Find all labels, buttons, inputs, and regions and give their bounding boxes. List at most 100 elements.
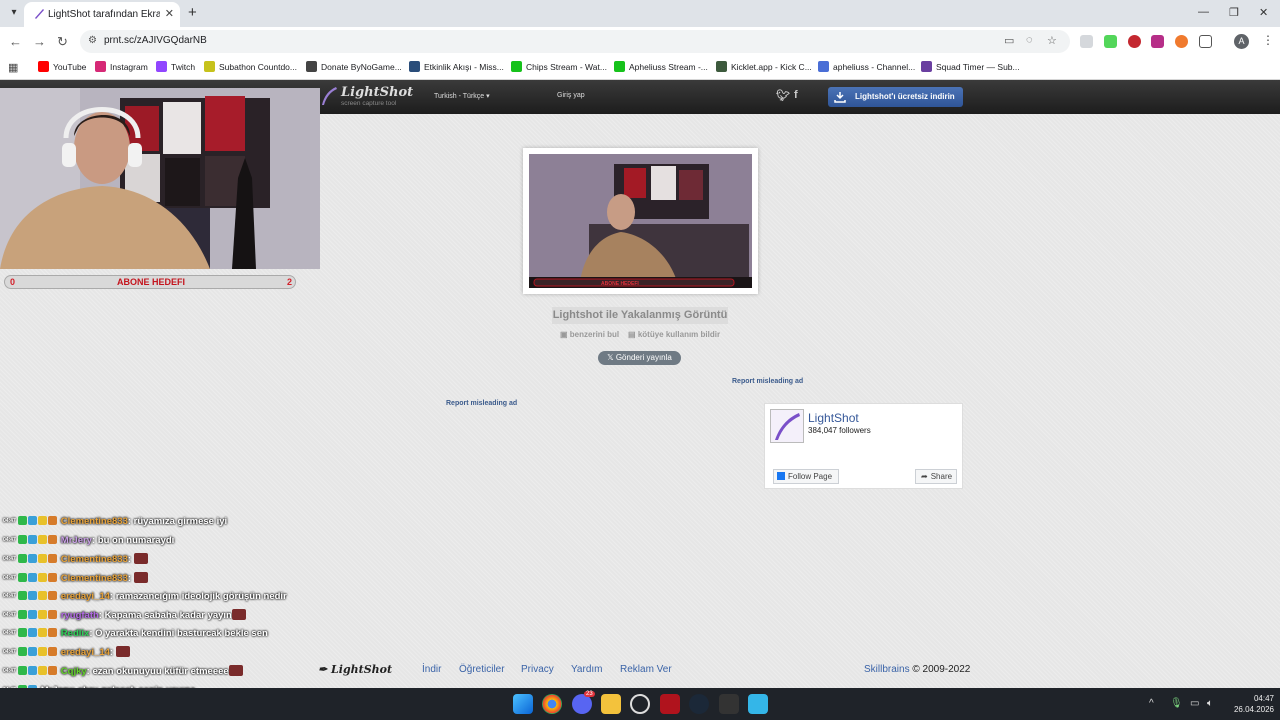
browser-menu-icon[interactable]: ⋮ bbox=[1262, 33, 1274, 47]
orange-extension-icon[interactable] bbox=[1175, 35, 1188, 48]
tab-search-chevron-icon[interactable]: ▾ bbox=[6, 5, 22, 21]
minimize-icon[interactable]: — bbox=[1198, 6, 1209, 18]
windows-start-icon[interactable] bbox=[513, 694, 533, 714]
browser-tab[interactable]: LightShot tarafından Ekran Görü ✕ bbox=[24, 2, 180, 27]
footer-link-advertise[interactable]: Reklam Ver bbox=[620, 664, 672, 675]
chrome-taskbar-icon[interactable] bbox=[542, 694, 562, 714]
copyright-text: © 2009-2022 bbox=[909, 664, 971, 675]
lightshot-logo[interactable]: LightShot screen capture tool bbox=[320, 84, 413, 110]
footer-logo[interactable]: ✒ LightShot bbox=[318, 663, 392, 676]
bookmark-item[interactable]: Kicklet.app - Kick C... bbox=[716, 61, 812, 75]
purple-extension-icon[interactable] bbox=[1151, 35, 1164, 48]
chat-username[interactable]: Redlix bbox=[61, 628, 90, 639]
microphone-icon[interactable]: 🎙︎ bbox=[1170, 698, 1183, 709]
profile-avatar[interactable]: A bbox=[1234, 34, 1249, 49]
fb-page-name[interactable]: LightShot bbox=[808, 411, 859, 425]
chat-username[interactable]: Clementine833 bbox=[61, 516, 128, 527]
bookmark-item[interactable]: Etkinlik Akışı - Miss... bbox=[409, 61, 504, 75]
chat-username[interactable]: ryugfath bbox=[61, 610, 99, 621]
chat-badge-icon bbox=[47, 610, 57, 619]
find-similar-link[interactable]: ▣ benzerini bul bbox=[560, 330, 619, 339]
back-arrow-icon[interactable]: ← bbox=[9, 34, 22, 49]
chat-badge-icon bbox=[37, 666, 47, 675]
bookmark-favicon-icon bbox=[921, 61, 932, 72]
bookmark-item[interactable]: Apheliuss Stream -... bbox=[614, 61, 708, 75]
bookmark-item[interactable]: YouTube bbox=[38, 61, 86, 75]
site-info-icon[interactable]: ⚙ bbox=[88, 35, 97, 46]
bookmark-item[interactable]: Twitch bbox=[156, 61, 195, 75]
skillbrains-link[interactable]: Skillbrains bbox=[864, 664, 910, 675]
chat-username[interactable]: Clementine833 bbox=[61, 573, 128, 584]
apps-grid-icon[interactable]: ▦ bbox=[8, 61, 18, 74]
url-text[interactable]: prnt.sc/zAJIVGQdarNB bbox=[104, 35, 207, 46]
bookmark-item[interactable]: Donate ByNoGame... bbox=[306, 61, 402, 75]
footer-link-download[interactable]: İndir bbox=[422, 664, 441, 675]
shield-extension-icon[interactable] bbox=[1080, 35, 1093, 48]
chat-username[interactable]: Clementine833 bbox=[61, 554, 128, 565]
restore-icon[interactable]: ❐ bbox=[1229, 6, 1239, 19]
footer-link-tutorials[interactable]: Öğreticiler bbox=[459, 664, 505, 675]
cast-icon[interactable]: ▭ bbox=[1004, 34, 1014, 47]
facebook-icon[interactable]: f bbox=[794, 89, 798, 101]
network-icon[interactable]: ▭ bbox=[1190, 698, 1199, 709]
chat-timestamp: 04:47 bbox=[3, 630, 16, 636]
bookmark-item[interactable]: Squad Timer — Sub... bbox=[921, 61, 1020, 75]
discord-taskbar-icon[interactable] bbox=[572, 694, 592, 714]
chat-username[interactable]: Cqjky bbox=[61, 666, 87, 677]
bookmark-item[interactable]: Subathon Countdo... bbox=[204, 61, 297, 75]
bookmark-favicon-icon bbox=[38, 61, 49, 72]
footer-link-privacy[interactable]: Privacy bbox=[521, 664, 554, 675]
bookmark-favicon-icon bbox=[818, 61, 829, 72]
camera-icon: ▣ bbox=[560, 330, 568, 339]
stream-tool-icon[interactable] bbox=[660, 694, 680, 714]
report-misleading-ad-link-right[interactable]: Report misleading ad bbox=[732, 378, 803, 385]
bookmark-favicon-icon bbox=[156, 61, 167, 72]
epic-games-icon[interactable] bbox=[719, 694, 739, 714]
login-link[interactable]: Giriş yap bbox=[557, 92, 585, 99]
new-tab-icon[interactable]: + bbox=[188, 4, 197, 21]
bookmark-item[interactable]: Instagram bbox=[95, 61, 148, 75]
screenshot-image[interactable]: ABONE HEDEFI bbox=[529, 154, 752, 288]
extensions-puzzle-icon[interactable] bbox=[1199, 35, 1212, 48]
file-explorer-icon[interactable] bbox=[601, 694, 621, 714]
chat-username[interactable]: eredayi_14 bbox=[61, 591, 110, 602]
obs-taskbar-icon[interactable] bbox=[630, 694, 650, 714]
twitter-icon[interactable]: 🐦︎ bbox=[776, 89, 790, 102]
bookmark-label: Kicklet.app - Kick C... bbox=[731, 62, 812, 72]
chat-username[interactable]: MrJery bbox=[61, 535, 92, 546]
download-button[interactable]: Lightshot'ı ücretsiz indirin bbox=[828, 87, 963, 107]
bookmark-favicon-icon bbox=[409, 61, 420, 72]
green-extension-icon[interactable] bbox=[1104, 35, 1117, 48]
fb-follow-button[interactable]: Follow Page bbox=[773, 469, 839, 484]
report-abuse-link[interactable]: ▤ kötüye kullanım bildir bbox=[628, 330, 720, 339]
chat-badge-icon bbox=[17, 610, 27, 619]
red-extension-icon[interactable] bbox=[1128, 35, 1141, 48]
chat-username[interactable]: eredayi_14 bbox=[61, 647, 110, 658]
language-select[interactable]: Turkish - Türkçe ▾ bbox=[434, 92, 490, 100]
address-bar[interactable]: ⚙ prnt.sc/zAJIVGQdarNB ▭ ◌ ☆ bbox=[80, 30, 1070, 53]
footer-link-help[interactable]: Yardım bbox=[571, 664, 603, 675]
system-clock[interactable]: 04:47 26.04.2026 bbox=[1226, 693, 1274, 715]
report-misleading-ad-link-left[interactable]: Report misleading ad bbox=[446, 400, 517, 407]
chat-timestamp: 04:47 bbox=[3, 668, 16, 674]
steam-taskbar-icon[interactable] bbox=[689, 694, 709, 714]
blue-app-icon[interactable] bbox=[748, 694, 768, 714]
tweet-button[interactable]: 𝕏 Gönderi yayınla bbox=[598, 351, 681, 365]
chat-message: 04:47 Cqjky: ezan okunuyuu küfür etmeeee bbox=[3, 665, 243, 679]
bookmark-star-icon[interactable]: ☆ bbox=[1047, 34, 1057, 47]
lightshot-fb-avatar[interactable] bbox=[770, 409, 804, 443]
fb-share-button[interactable]: ➦ Share bbox=[915, 469, 957, 484]
bookmark-item[interactable]: apheliuss - Channel... bbox=[818, 61, 915, 75]
logo-tagline: screen capture tool bbox=[341, 100, 397, 107]
reload-icon[interactable]: ↻ bbox=[57, 34, 68, 50]
capture-title: Lightshot ile Yakalanmış Görüntü bbox=[552, 307, 728, 324]
volume-icon[interactable]: 🔈︎ bbox=[1207, 698, 1213, 709]
forward-arrow-icon[interactable]: → bbox=[33, 34, 46, 49]
tray-chevron-icon[interactable]: ^ bbox=[1149, 698, 1154, 709]
tab-close-icon[interactable]: ✕ bbox=[165, 7, 174, 20]
bookmark-item[interactable]: Chips Stream - Wat... bbox=[511, 61, 607, 75]
chat-badge-icon bbox=[27, 610, 37, 619]
window-close-icon[interactable]: ✕ bbox=[1259, 6, 1268, 19]
eye-off-icon[interactable]: ◌ bbox=[1026, 34, 1033, 46]
chat-text: : O yarakta kendini basturcak bekle sen bbox=[89, 628, 268, 639]
